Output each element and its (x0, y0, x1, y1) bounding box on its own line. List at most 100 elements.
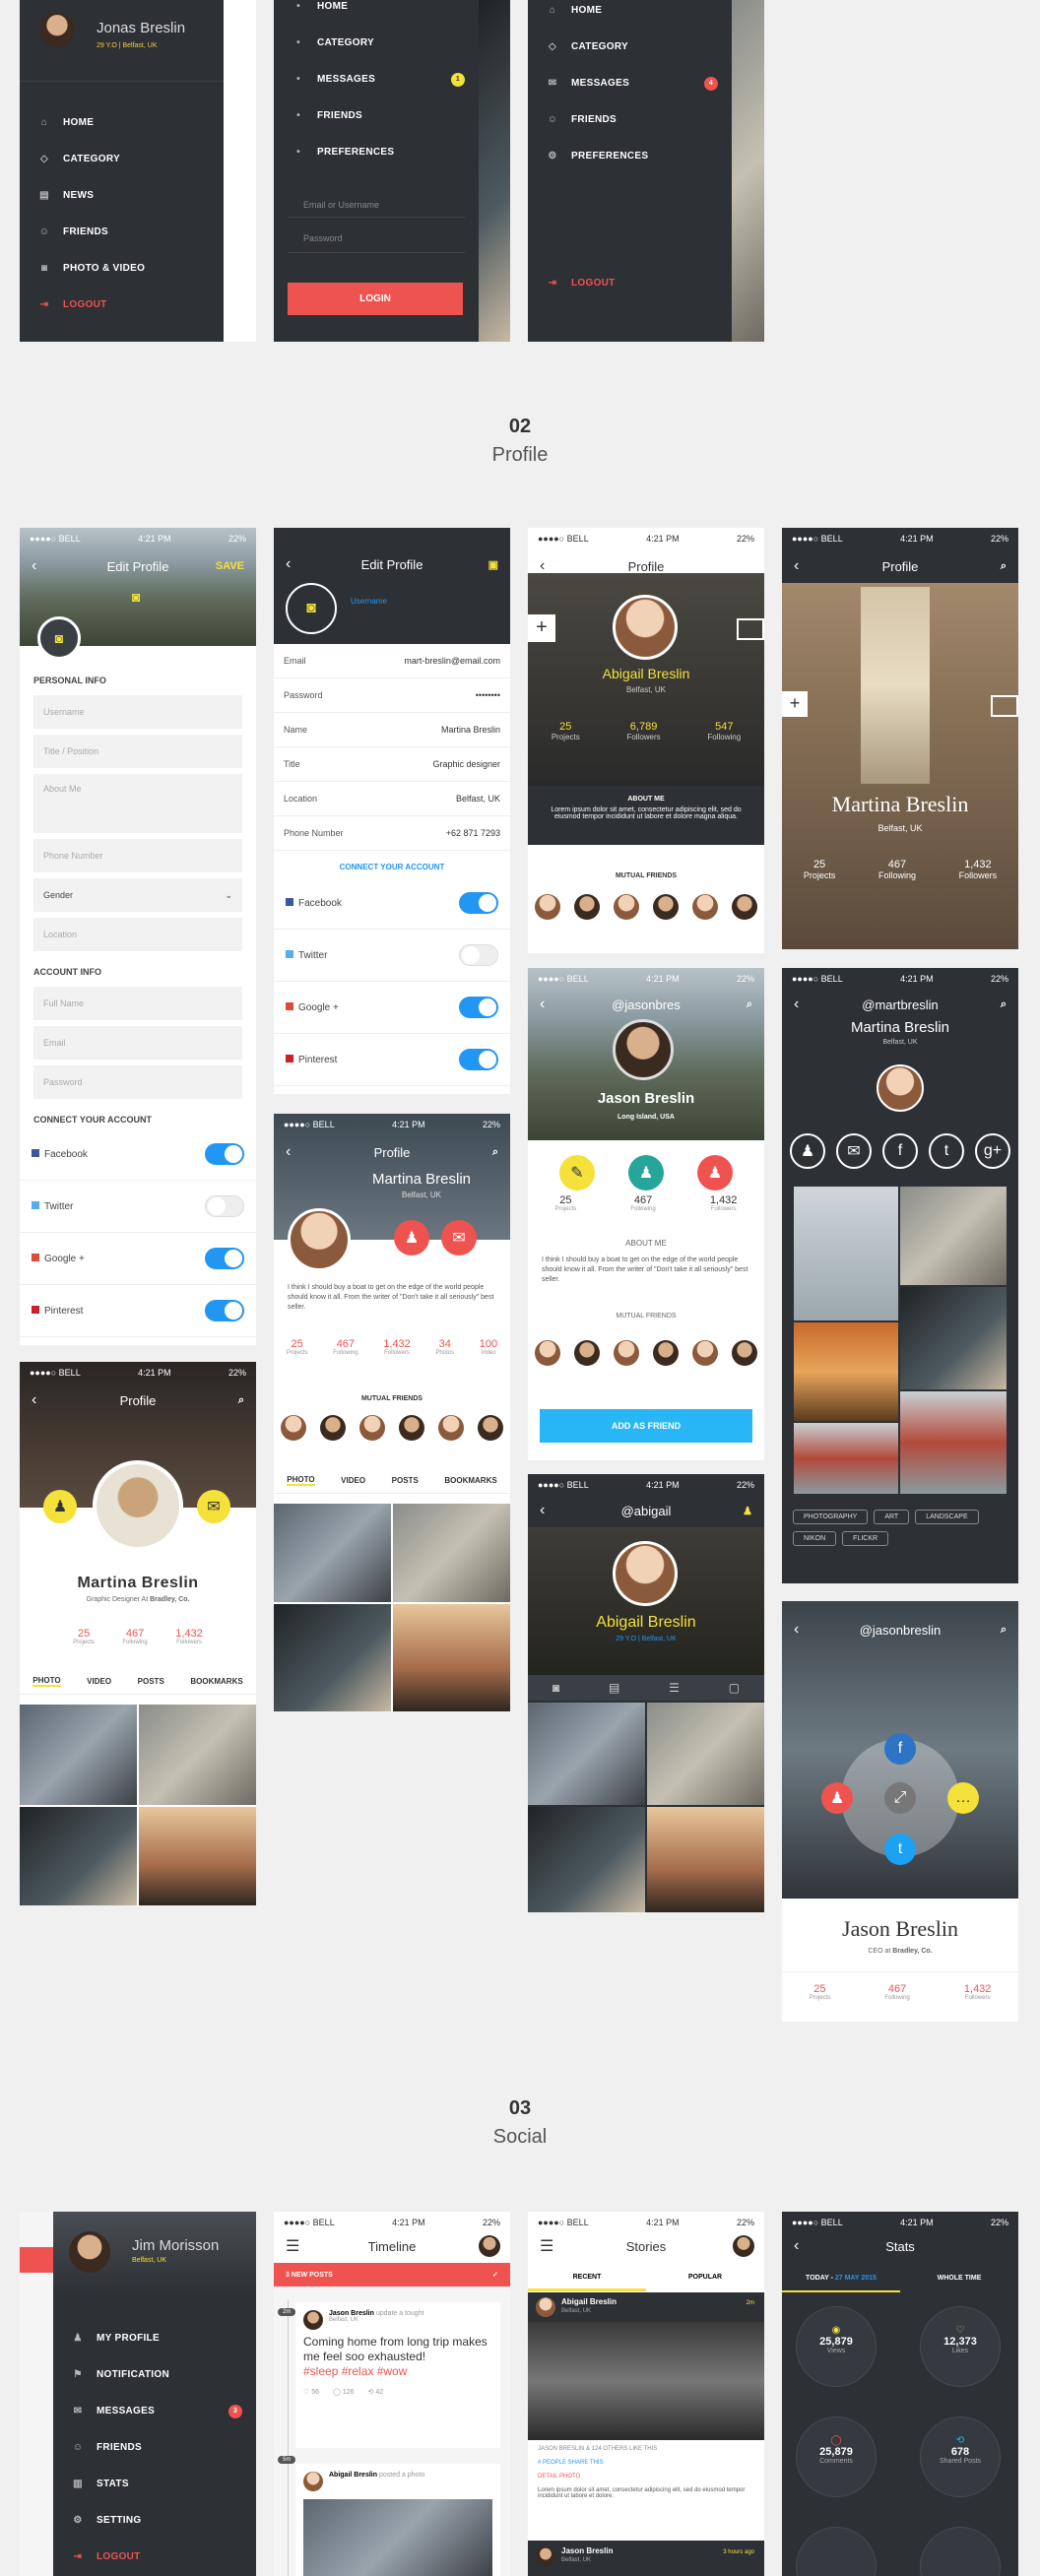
phone-field[interactable]: Phone Number (33, 839, 242, 872)
menu-item-my-profile[interactable]: ♟ MY PROFILE (53, 2320, 256, 2356)
twitter-icon[interactable]: t (884, 1834, 916, 1865)
twitter-icon[interactable]: t (929, 1133, 964, 1169)
twitter-toggle[interactable] (205, 1195, 244, 1217)
search-icon[interactable]: ⌕ (492, 1146, 498, 1159)
stat-followers[interactable]: 1,432 Followers (383, 1338, 411, 1356)
menu-item-logout[interactable]: ⇥ LOGOUT (53, 2539, 256, 2575)
mail-icon[interactable]: ✉ (836, 1133, 872, 1169)
menu-item-news[interactable]: ▤ NEWS (20, 177, 224, 214)
save-button[interactable]: SAVE (216, 560, 244, 572)
back-icon[interactable]: ‹ (794, 996, 799, 1013)
facebook-icon[interactable]: f (882, 1133, 918, 1169)
mail-icon[interactable] (737, 618, 764, 640)
tab-bookmarks[interactable]: BOOKMARKS (190, 1677, 242, 1686)
stat-following[interactable]: 467 Following (884, 1983, 909, 2001)
stat-trend[interactable] (920, 2527, 1001, 2576)
stat-projects[interactable]: 25 Projects (552, 721, 580, 741)
menu-item-logout[interactable]: ⇥ LOGOUT (528, 265, 732, 301)
google-plus-icon[interactable]: g+ (975, 1133, 1010, 1169)
friend-avatar[interactable] (614, 894, 639, 920)
add-friend-icon[interactable]: ♟ (697, 1155, 733, 1191)
friend-avatar[interactable] (574, 1340, 600, 1366)
title-position-field[interactable]: Title / Position (33, 735, 242, 768)
stat-likes[interactable]: ♡ 12,373 Likes (920, 2306, 1001, 2387)
avatar[interactable] (69, 2231, 110, 2273)
pinterest-toggle[interactable] (459, 1049, 498, 1070)
friend-avatar[interactable] (281, 1415, 306, 1441)
email-field[interactable]: Email (33, 1026, 242, 1060)
stat-projects[interactable]: 25 Projects (810, 1983, 831, 2001)
menu-item-friends[interactable]: ☺ FRIENDS (53, 2429, 256, 2466)
menu-item-messages[interactable]: ✉ MESSAGES 3 (53, 2393, 256, 2429)
avatar[interactable] (479, 2235, 500, 2257)
follow-icon[interactable]: ♟ (628, 1155, 664, 1191)
menu-item-stats[interactable]: ▥ STATS (53, 2466, 256, 2502)
tab-today[interactable]: TODAY - 27 MAY 2015 (782, 2275, 900, 2282)
back-icon[interactable]: ‹ (286, 1143, 291, 1161)
back-icon[interactable]: ‹ (540, 996, 545, 1013)
comment-count[interactable]: ◯ 126 (333, 2388, 354, 2396)
menu-icon[interactable]: ☰ (286, 2236, 299, 2256)
menu-item-setting[interactable]: ⚙ SETTING (53, 2502, 256, 2539)
camera-icon[interactable]: ◙ (552, 1681, 559, 1695)
friend-avatar[interactable] (732, 894, 757, 920)
friend-avatar[interactable] (732, 1340, 757, 1366)
menu-item-home[interactable]: • HOME (274, 0, 479, 25)
menu-item-friends[interactable]: • FRIENDS (274, 97, 479, 134)
menu-icon[interactable]: ☰ (540, 2236, 553, 2256)
tab-photo[interactable]: PHOTO (287, 1475, 315, 1486)
tab-whole-time[interactable]: WHOLE TIME (900, 2275, 1018, 2282)
password-field[interactable]: Password (33, 1065, 242, 1099)
tab-photo[interactable]: PHOTO (32, 1676, 61, 1687)
back-icon[interactable]: ‹ (794, 557, 799, 575)
follow-icon[interactable]: ♟ (821, 1782, 853, 1814)
stat-followers[interactable] (796, 2527, 877, 2576)
mail-icon[interactable]: ✉ (441, 1220, 477, 1256)
facebook-toggle[interactable] (205, 1143, 244, 1165)
menu-item-friends[interactable]: ☺ FRIENDS (20, 214, 224, 250)
menu-item-photo-video[interactable]: ◙ PHOTO & VIDEO (20, 250, 224, 287)
tab-recent[interactable]: RECENT (528, 2274, 646, 2281)
menu-item-messages[interactable]: • MESSAGES 1 (274, 61, 479, 97)
tab-video[interactable]: VIDEO (341, 1476, 365, 1485)
stat-followers[interactable]: 1,432 Followers (959, 859, 998, 880)
tag-landscape[interactable]: LANDSCAPE (915, 1510, 979, 1524)
menu-item-category[interactable]: ◇ CATEGORY (20, 141, 224, 177)
avatar-upload[interactable]: ◙ (286, 583, 337, 634)
avatar[interactable] (733, 2235, 754, 2257)
menu-item-preferences[interactable]: ⚙ PREFERENCES (528, 138, 732, 174)
back-icon[interactable]: ‹ (286, 555, 291, 573)
stat-following[interactable]: 467 Following (333, 1338, 358, 1356)
stat-photos[interactable]: 34 Photos (435, 1338, 454, 1356)
friend-avatar[interactable] (692, 894, 718, 920)
friend-avatar[interactable] (535, 1340, 560, 1366)
location-field[interactable]: Location (33, 918, 242, 951)
stat-projects[interactable]: 25 Projects (287, 1338, 308, 1356)
mail-icon[interactable]: ✉ (197, 1490, 230, 1523)
menu-item-messages[interactable]: ✉ MESSAGES 4 (528, 65, 732, 101)
friend-avatar[interactable] (692, 1340, 718, 1366)
stat-projects[interactable]: 25 Projects (555, 1194, 577, 1212)
back-icon[interactable]: ‹ (794, 1621, 799, 1639)
friend-avatar[interactable] (320, 1415, 346, 1441)
friend-avatar[interactable] (478, 1415, 503, 1441)
stat-following[interactable]: 467 Following (630, 1194, 655, 1212)
menu-item-friends[interactable]: ☺ FRIENDS (528, 101, 732, 138)
friend-avatar[interactable] (574, 894, 600, 920)
tab-bookmarks[interactable]: BOOKMARKS (444, 1476, 496, 1485)
friend-avatar[interactable] (359, 1415, 385, 1441)
name-row[interactable]: Name Martina Breslin (274, 713, 510, 747)
menu-item-home[interactable]: ⌂ HOME (20, 104, 224, 141)
stat-followers[interactable]: 1,432 Followers (964, 1983, 992, 2001)
camera-icon[interactable]: ◙ (132, 589, 140, 605)
follow-icon[interactable]: ♟ (43, 1490, 77, 1523)
email-field[interactable]: Email or Username (288, 188, 465, 218)
phone-number-row[interactable]: Phone Number +62 871 7293 (274, 816, 510, 851)
menu-item-category[interactable]: • CATEGORY (274, 25, 479, 61)
menu-item-preferences[interactable]: • PREFERENCES (274, 134, 479, 170)
bookmark-icon[interactable]: ▢ (729, 1681, 740, 1695)
tab-posts[interactable]: POSTS (392, 1476, 419, 1485)
stat-following[interactable]: 467 Following (878, 859, 916, 880)
stat-followers[interactable]: 1,432 Followers (175, 1628, 203, 1645)
stat-followers[interactable]: 6,789 Followers (626, 721, 660, 741)
